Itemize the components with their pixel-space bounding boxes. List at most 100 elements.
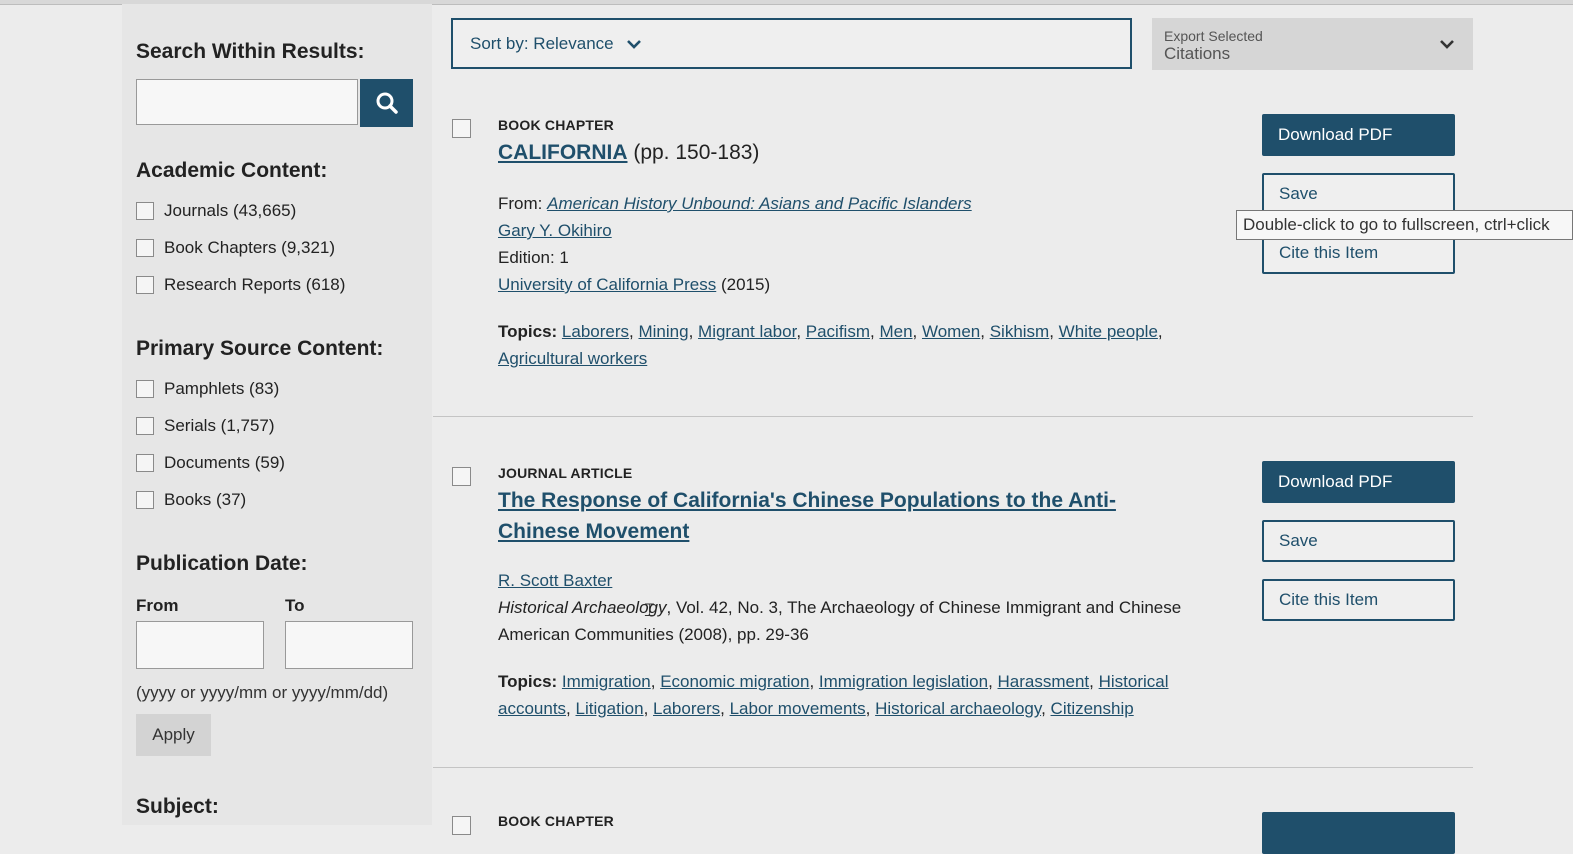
- topic-link[interactable]: Laborers: [562, 322, 629, 341]
- from-date-input[interactable]: [136, 621, 264, 669]
- topic-link[interactable]: Migrant labor: [698, 322, 796, 341]
- topic-link[interactable]: Women: [922, 322, 980, 341]
- export-label-line1: Export Selected: [1164, 28, 1263, 44]
- date-format-hint: (yyyy or yyyy/mm or yyyy/mm/dd): [136, 683, 389, 702]
- filter-book-chapters[interactable]: Book Chapters (9,321): [136, 238, 335, 258]
- save-button[interactable]: Save: [1262, 520, 1455, 562]
- apply-button[interactable]: Apply: [136, 714, 211, 756]
- checkbox[interactable]: [136, 276, 154, 294]
- filter-serials[interactable]: Serials (1,757): [136, 416, 275, 436]
- to-date-input[interactable]: [285, 621, 413, 669]
- result-title-link[interactable]: CALIFORNIA: [498, 141, 628, 164]
- result-source: From: American History Unbound: Asians a…: [498, 190, 972, 217]
- export-citations-select[interactable]: Export Selected Citations: [1152, 18, 1473, 70]
- filter-label: Research Reports (618): [164, 275, 346, 294]
- result-type: JOURNAL ARTICLE: [498, 465, 633, 481]
- primary-source-heading: Primary Source Content:: [136, 337, 384, 360]
- topic-link[interactable]: Litigation: [576, 699, 644, 718]
- filter-books[interactable]: Books (37): [136, 490, 246, 510]
- text-cursor-icon: ⌶: [644, 600, 655, 620]
- result-citation-line2: American Communities (2008), pp. 29-36: [498, 625, 809, 644]
- publisher-link[interactable]: University of California Press: [498, 275, 716, 294]
- search-button[interactable]: [360, 79, 413, 127]
- result-select-checkbox[interactable]: [452, 467, 471, 486]
- topic-link[interactable]: Labor movements: [730, 699, 866, 718]
- topic-link[interactable]: Economic migration: [660, 672, 809, 691]
- author-link[interactable]: Gary Y. Okihiro: [498, 221, 612, 240]
- topic-link[interactable]: Harassment: [998, 672, 1090, 691]
- filter-label: Pamphlets (83): [164, 379, 280, 398]
- search-within-input[interactable]: [136, 79, 358, 125]
- result-author: R. Scott Baxter: [498, 567, 612, 594]
- result-select-checkbox[interactable]: [452, 816, 471, 835]
- result-divider: [433, 767, 1473, 768]
- result-title: The Response of California's Chinese Pop…: [498, 485, 1116, 547]
- filter-label: Journals (43,665): [164, 201, 297, 220]
- result-topics: Topics: Immigration, Economic migration,…: [498, 672, 1169, 718]
- save-button[interactable]: Save: [1262, 173, 1455, 215]
- from-label: From: [136, 596, 179, 615]
- checkbox[interactable]: [136, 380, 154, 398]
- filter-label: Documents (59): [164, 453, 285, 472]
- publication-date-heading: Publication Date:: [136, 552, 308, 575]
- topic-link[interactable]: Pacifism: [806, 322, 870, 341]
- result-type: BOOK CHAPTER: [498, 813, 614, 829]
- result-divider: [433, 416, 1473, 417]
- topic-link[interactable]: Citizenship: [1051, 699, 1134, 718]
- search-within-heading: Search Within Results:: [136, 40, 365, 63]
- result-publisher: University of California Press (2015): [498, 271, 770, 298]
- topic-link[interactable]: Historical archaeology: [875, 699, 1041, 718]
- result-topics: Topics: Laborers, Mining, Migrant labor,…: [498, 322, 1163, 368]
- topic-link[interactable]: Laborers: [653, 699, 720, 718]
- result-citation: Historical Archaeology, Vol. 42, No. 3, …: [498, 594, 1181, 621]
- author-link[interactable]: R. Scott Baxter: [498, 571, 612, 590]
- checkbox[interactable]: [136, 202, 154, 220]
- download-pdf-button[interactable]: Download PDF: [1262, 114, 1455, 156]
- checkbox[interactable]: [136, 491, 154, 509]
- topic-link[interactable]: Immigration legislation: [819, 672, 988, 691]
- search-icon: [376, 92, 398, 114]
- download-pdf-button[interactable]: Download PDF: [1262, 461, 1455, 503]
- topic-link[interactable]: Immigration: [562, 672, 651, 691]
- filter-label: Book Chapters (9,321): [164, 238, 336, 257]
- topic-link[interactable]: Sikhism: [990, 322, 1050, 341]
- sort-select[interactable]: Sort by: Relevance: [451, 18, 1132, 69]
- result-pages: (pp. 150-183): [627, 141, 760, 164]
- journal-name: Historical Archaeology: [498, 598, 667, 617]
- result-title: CALIFORNIA (pp. 150-183): [498, 137, 759, 168]
- result-title-link[interactable]: The Response of California's Chinese Pop…: [498, 489, 1116, 512]
- filter-documents[interactable]: Documents (59): [136, 453, 285, 473]
- topic-link[interactable]: Men: [879, 322, 912, 341]
- publication-year: (2015): [716, 275, 771, 294]
- topic-link[interactable]: Mining: [638, 322, 688, 341]
- result-edition: Edition: 1: [498, 248, 569, 267]
- sort-label: Sort by: Relevance: [470, 33, 614, 53]
- checkbox[interactable]: [136, 239, 154, 257]
- result-type: BOOK CHAPTER: [498, 117, 614, 133]
- academic-content-heading: Academic Content:: [136, 159, 328, 182]
- filter-journals[interactable]: Journals (43,665): [136, 201, 296, 221]
- filter-label: Books (37): [164, 490, 247, 509]
- chevron-down-icon: [626, 39, 641, 49]
- result-title-link[interactable]: Chinese Movement: [498, 520, 689, 543]
- result-author: Gary Y. Okihiro: [498, 217, 612, 244]
- fullscreen-tooltip: Double-click to go to fullscreen, ctrl+c…: [1236, 210, 1573, 240]
- download-pdf-button[interactable]: [1262, 812, 1455, 854]
- checkbox[interactable]: [136, 454, 154, 472]
- to-label: To: [285, 596, 305, 615]
- chevron-down-icon: [1440, 40, 1454, 49]
- topics-label: Topics:: [498, 672, 558, 691]
- topic-link[interactable]: Agricultural workers: [498, 349, 647, 368]
- topic-link[interactable]: White people: [1059, 322, 1158, 341]
- from-label: From:: [498, 194, 548, 213]
- export-label-line2: Citations: [1164, 44, 1231, 64]
- cite-button[interactable]: Cite this Item: [1262, 579, 1455, 621]
- filter-pamphlets[interactable]: Pamphlets (83): [136, 379, 279, 399]
- book-link[interactable]: American History Unbound: Asians and Pac…: [547, 194, 972, 213]
- subject-heading: Subject:: [136, 795, 219, 818]
- citation-details: , Vol. 42, No. 3, The Archaeology of Chi…: [666, 598, 1182, 617]
- filter-research-reports[interactable]: Research Reports (618): [136, 275, 345, 295]
- checkbox[interactable]: [136, 417, 154, 435]
- result-select-checkbox[interactable]: [452, 119, 471, 138]
- filter-label: Serials (1,757): [164, 416, 275, 435]
